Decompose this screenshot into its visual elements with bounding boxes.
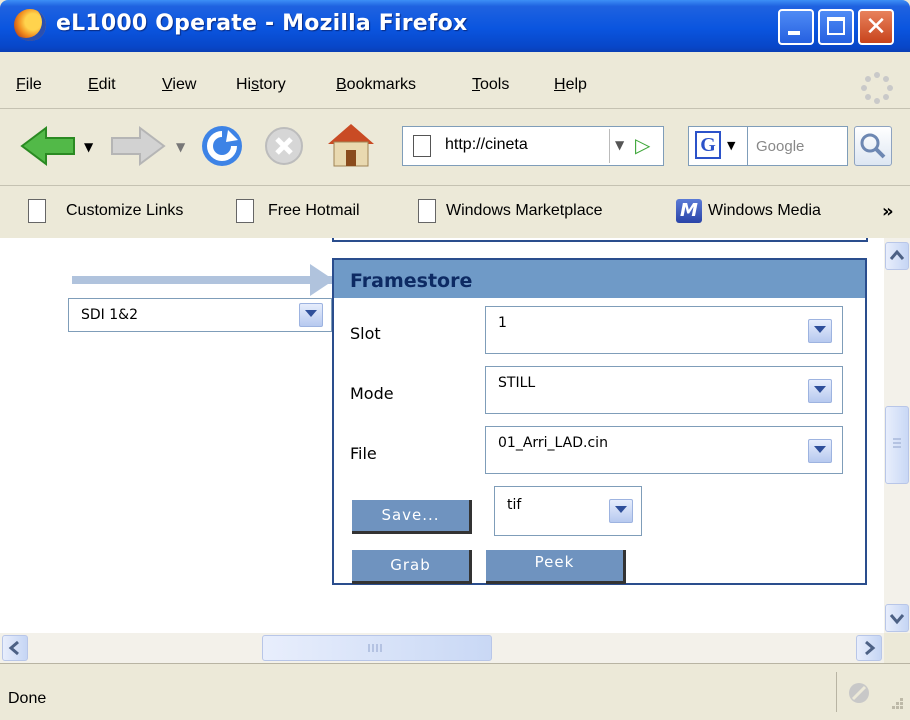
bookmarks-overflow-button[interactable]: » bbox=[882, 201, 894, 222]
flow-arrow-head bbox=[310, 264, 334, 296]
resize-grip-icon[interactable] bbox=[886, 696, 906, 716]
bookmark-page-icon bbox=[28, 199, 46, 223]
grip-icon bbox=[893, 438, 901, 448]
source-select-value: SDI 1&2 bbox=[81, 307, 138, 323]
chevron-down-icon[interactable] bbox=[609, 499, 633, 523]
bookmark-customize-links[interactable]: Customize Links bbox=[66, 202, 183, 220]
slot-value: 1 bbox=[498, 315, 507, 331]
scroll-down-button[interactable] bbox=[885, 604, 909, 632]
mode-label: Mode bbox=[350, 384, 394, 403]
menu-help[interactable]: Help bbox=[554, 76, 587, 94]
scroll-right-button[interactable] bbox=[856, 635, 882, 661]
back-dropdown-icon[interactable]: ▼ bbox=[84, 140, 93, 154]
bookmark-page-icon bbox=[418, 199, 436, 223]
menu-history[interactable]: History bbox=[236, 76, 286, 94]
url-bar[interactable]: http://cineta ▼ ▷ bbox=[402, 126, 664, 166]
engine-dropdown-icon: ▼ bbox=[727, 139, 736, 152]
scroll-up-button[interactable] bbox=[885, 242, 909, 270]
status-text: Done bbox=[8, 690, 47, 707]
scrollbar-corner bbox=[884, 633, 910, 663]
slot-select[interactable]: 1 bbox=[485, 306, 843, 354]
format-select[interactable]: tif bbox=[494, 486, 642, 536]
mode-value: STILL bbox=[498, 375, 536, 391]
title-bar[interactable]: eL1000 Operate - Mozilla Firefox ✕ bbox=[0, 0, 910, 52]
bookmark-page-icon bbox=[236, 199, 254, 223]
chevron-down-icon[interactable] bbox=[808, 439, 832, 463]
menu-tools[interactable]: Tools bbox=[472, 76, 509, 94]
grip-icon bbox=[368, 644, 382, 652]
home-icon[interactable] bbox=[324, 120, 378, 170]
chevron-up-icon bbox=[889, 249, 905, 260]
menu-view[interactable]: View bbox=[162, 76, 196, 94]
vertical-scroll-thumb[interactable] bbox=[885, 406, 909, 484]
close-button[interactable]: ✕ bbox=[858, 9, 894, 45]
format-value: tif bbox=[507, 497, 522, 513]
browser-window: eL1000 Operate - Mozilla Firefox ✕ File … bbox=[0, 0, 910, 719]
minimize-button[interactable] bbox=[778, 9, 814, 45]
scroll-left-button[interactable] bbox=[2, 635, 28, 661]
url-input[interactable]: http://cineta bbox=[445, 136, 528, 154]
throbber-icon bbox=[861, 72, 893, 104]
windows-media-icon: M bbox=[676, 199, 702, 223]
google-icon: G bbox=[695, 131, 721, 159]
grab-button[interactable]: Grab bbox=[352, 550, 472, 584]
back-button[interactable] bbox=[18, 124, 78, 168]
page-content: SDI 1&2 Framestore Slot 1 Mode STILL Fil… bbox=[0, 238, 884, 633]
slot-label: Slot bbox=[350, 324, 381, 343]
source-select[interactable]: SDI 1&2 bbox=[68, 298, 332, 332]
status-divider bbox=[836, 672, 837, 712]
menu-file[interactable]: File bbox=[16, 76, 42, 94]
close-icon: ✕ bbox=[865, 12, 887, 42]
menu-bar: File Edit View History Bookmarks Tools H… bbox=[0, 52, 910, 109]
flow-arrow-line bbox=[72, 276, 334, 284]
search-button[interactable] bbox=[854, 126, 892, 166]
minimize-icon bbox=[788, 31, 800, 35]
peek-button[interactable]: Peek bbox=[486, 550, 626, 584]
maximize-icon bbox=[827, 17, 845, 35]
panel-title: Framestore bbox=[350, 270, 473, 292]
framestore-panel: Framestore Slot 1 Mode STILL File 01_Arr… bbox=[332, 258, 867, 585]
bookmarks-toolbar: Customize Links Free Hotmail Windows Mar… bbox=[0, 186, 910, 238]
save-button[interactable]: Save... bbox=[352, 500, 472, 534]
horizontal-scroll-thumb[interactable] bbox=[262, 635, 492, 661]
chevron-down-icon[interactable] bbox=[808, 379, 832, 403]
menu-bookmarks[interactable]: Bookmarks bbox=[336, 76, 416, 94]
file-label: File bbox=[350, 444, 377, 463]
file-select[interactable]: 01_Arri_LAD.cin bbox=[485, 426, 843, 474]
magnifier-icon bbox=[860, 133, 886, 159]
chevron-right-icon bbox=[865, 640, 876, 656]
chevron-left-icon bbox=[8, 640, 19, 656]
bookmark-windows-media[interactable]: Windows Media bbox=[708, 202, 821, 220]
window-title: eL1000 Operate - Mozilla Firefox bbox=[56, 11, 468, 36]
chevron-down-icon bbox=[889, 614, 905, 625]
vertical-scrollbar[interactable] bbox=[884, 238, 910, 633]
status-bar: Done bbox=[0, 663, 910, 720]
chevron-down-icon[interactable] bbox=[299, 303, 323, 327]
search-input[interactable]: Google bbox=[748, 126, 848, 166]
forward-button[interactable] bbox=[108, 124, 168, 168]
page-icon bbox=[413, 135, 431, 157]
menu-edit[interactable]: Edit bbox=[88, 76, 116, 94]
search-bar: G ▼ Google bbox=[688, 126, 908, 166]
file-value: 01_Arri_LAD.cin bbox=[498, 435, 608, 451]
firefox-icon bbox=[14, 9, 46, 41]
reload-icon[interactable] bbox=[198, 122, 246, 170]
forward-dropdown-icon[interactable]: ▼ bbox=[176, 140, 185, 154]
go-icon[interactable]: ▷ bbox=[635, 133, 650, 157]
maximize-button[interactable] bbox=[818, 9, 854, 45]
horizontal-scrollbar[interactable] bbox=[0, 633, 884, 663]
stop-icon[interactable] bbox=[262, 124, 306, 168]
url-dropdown-button[interactable]: ▼ bbox=[609, 129, 632, 163]
previous-panel-edge bbox=[332, 238, 868, 242]
search-engine-button[interactable]: G ▼ bbox=[688, 126, 748, 166]
bookmark-free-hotmail[interactable]: Free Hotmail bbox=[268, 202, 360, 220]
panel-header: Framestore bbox=[334, 260, 865, 298]
chevron-down-icon[interactable] bbox=[808, 319, 832, 343]
bookmark-windows-marketplace[interactable]: Windows Marketplace bbox=[446, 202, 603, 220]
search-placeholder: Google bbox=[756, 138, 805, 155]
security-status-icon bbox=[849, 683, 869, 703]
mode-select[interactable]: STILL bbox=[485, 366, 843, 414]
